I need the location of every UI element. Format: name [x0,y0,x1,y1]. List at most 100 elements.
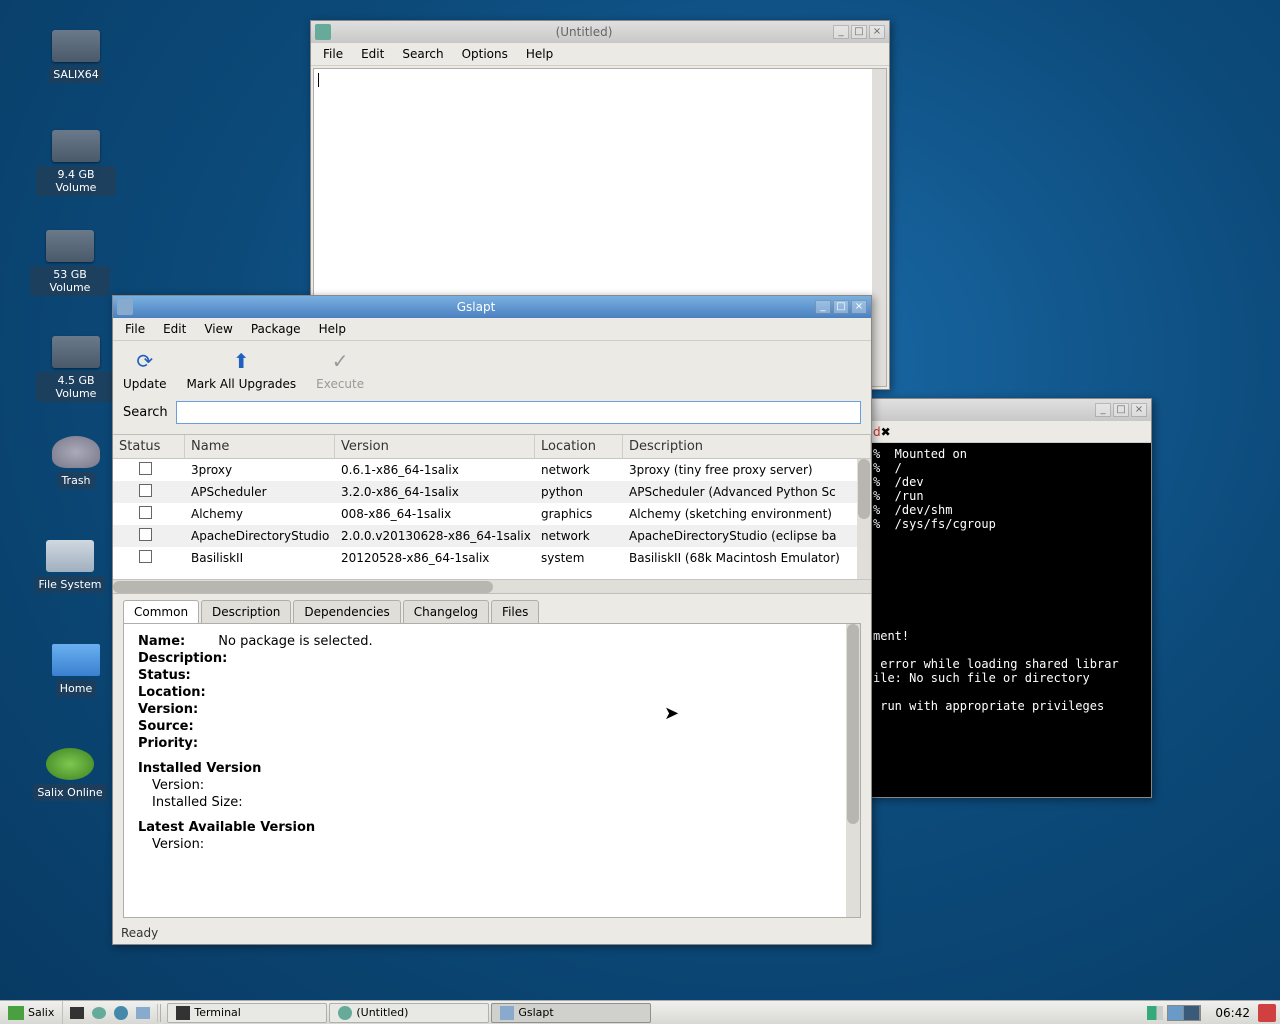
close-button[interactable]: × [1131,403,1147,417]
table-row[interactable]: 3proxy0.6.1-x86_64-1salixnetwork3proxy (… [113,459,871,481]
checkbox[interactable] [139,528,152,541]
desktop-icon-trash[interactable]: Trash [36,436,116,489]
detail-latest-head: Latest Available Version [138,820,315,835]
terminal-output[interactable]: % Mounted on % / % /dev % /run % /dev/sh… [869,443,1151,797]
start-button[interactable]: Salix [0,1001,63,1024]
desktop-icon-home[interactable]: Home [36,644,116,697]
checkbox[interactable] [139,484,152,497]
menu-package[interactable]: Package [243,320,309,338]
workspace-switcher[interactable] [1167,1005,1201,1021]
filemanager-launcher[interactable] [133,1004,153,1022]
desktop-icon-vol45[interactable]: 4.5 GB Volume [36,336,116,402]
task-editor[interactable]: (Untitled) [329,1003,489,1023]
vertical-scrollbar[interactable] [857,459,871,579]
clock[interactable]: 06:42 [1207,1006,1258,1020]
terminal-tab[interactable]: d [873,425,881,439]
icon-label: Trash [57,472,94,489]
editor-launcher[interactable] [89,1004,109,1022]
scroll-thumb[interactable] [858,459,870,519]
cell-version: 0.6.1-x86_64-1salix [335,460,535,480]
minimize-button[interactable]: _ [833,25,849,39]
menu-edit[interactable]: Edit [155,320,194,338]
maximize-button[interactable]: □ [851,25,867,39]
terminal-launcher[interactable] [67,1004,87,1022]
cell-location: graphics [535,504,623,524]
menu-edit[interactable]: Edit [353,45,392,63]
search-input[interactable] [176,401,861,424]
horizontal-scrollbar[interactable] [113,579,871,593]
tab-dependencies[interactable]: Dependencies [293,600,400,623]
logout-button[interactable] [1258,1004,1276,1022]
maximize-button[interactable]: □ [833,300,849,314]
detail-name-value: No package is selected. [218,634,372,649]
table-row[interactable]: Alchemy008-x86_64-1salixgraphicsAlchemy … [113,503,871,525]
desktop-icon-vol94[interactable]: 9.4 GB Volume [36,130,116,196]
close-tab-icon[interactable]: ✖ [881,425,891,439]
menu-help[interactable]: Help [311,320,354,338]
table-row[interactable]: BasiliskII20120528-x86_64-1salixsystemBa… [113,547,871,569]
col-description[interactable]: Description [623,435,871,458]
desktop-icon-salix64[interactable]: SALIX64 [36,30,116,83]
minimize-button[interactable]: _ [1095,403,1111,417]
desktop-icon-vol53[interactable]: 53 GB Volume [30,230,110,296]
cell-desc: Alchemy (sketching environment) [623,504,871,524]
terminal-titlebar[interactable]: _ □ × [869,399,1151,421]
search-row: Search [113,397,871,434]
scroll-thumb[interactable] [847,624,859,824]
drive-icon [52,336,100,368]
separator [160,1004,161,1022]
vertical-scrollbar[interactable] [846,624,860,917]
detail-priority-label: Priority: [138,736,198,751]
cell-version: 2.0.0.v20130628-x86_64-1salix [335,526,535,546]
col-name[interactable]: Name [185,435,335,458]
menu-options[interactable]: Options [454,45,516,63]
task-gslapt[interactable]: Gslapt [491,1003,651,1023]
menu-help[interactable]: Help [518,45,561,63]
scrollbar[interactable] [872,69,886,386]
detail-installed-size: Installed Size: [152,795,243,810]
col-version[interactable]: Version [335,435,535,458]
close-button[interactable]: × [851,300,867,314]
workspace-1[interactable] [1168,1006,1184,1020]
col-location[interactable]: Location [535,435,623,458]
close-button[interactable]: × [869,25,885,39]
workspace-2[interactable] [1184,1006,1200,1020]
cell-location: network [535,460,623,480]
salix-logo-icon [8,1006,24,1020]
editor-titlebar[interactable]: (Untitled) _ □ × [311,21,889,43]
network-icon[interactable] [1147,1006,1163,1020]
checkbox[interactable] [139,462,152,475]
gslapt-titlebar[interactable]: Gslapt _ □ × [113,296,871,318]
terminal-window[interactable]: _ □ × d ✖ % Mounted on % / % /dev % /run… [868,398,1152,798]
menu-file[interactable]: File [315,45,351,63]
terminal-icon [70,1007,84,1019]
table-row[interactable]: ApacheDirectoryStudio2.0.0.v20130628-x86… [113,525,871,547]
minimize-button[interactable]: _ [815,300,831,314]
task-terminal[interactable]: Terminal [167,1003,327,1023]
checkbox[interactable] [139,506,152,519]
mark-upgrades-button[interactable]: ⬆ Mark All Upgrades [186,347,296,391]
desktop-icon-salix-online[interactable]: Salix Online [30,748,110,801]
tab-common[interactable]: Common [123,600,199,623]
maximize-button[interactable]: □ [1113,403,1129,417]
gslapt-window[interactable]: Gslapt _ □ × File Edit View Package Help… [112,295,872,945]
tab-description[interactable]: Description [201,600,291,623]
desktop-icon-filesystem[interactable]: File System [30,540,110,593]
menu-search[interactable]: Search [394,45,451,63]
checkbox[interactable] [139,550,152,563]
refresh-icon: ⟳ [131,347,159,375]
detail-source-label: Source: [138,719,194,734]
menu-file[interactable]: File [117,320,153,338]
detail-status-label: Status: [138,668,191,683]
task-label: Gslapt [518,1006,553,1019]
update-button[interactable]: ⟳ Update [123,347,166,391]
tab-files[interactable]: Files [491,600,539,623]
menu-view[interactable]: View [196,320,240,338]
tab-changelog[interactable]: Changelog [403,600,489,623]
text-cursor [318,73,319,87]
scroll-thumb[interactable] [113,581,493,593]
table-row[interactable]: APScheduler3.2.0-x86_64-1salixpythonAPSc… [113,481,871,503]
execute-button: ✓ Execute [316,347,364,391]
col-status[interactable]: Status [113,435,185,458]
browser-launcher[interactable] [111,1004,131,1022]
